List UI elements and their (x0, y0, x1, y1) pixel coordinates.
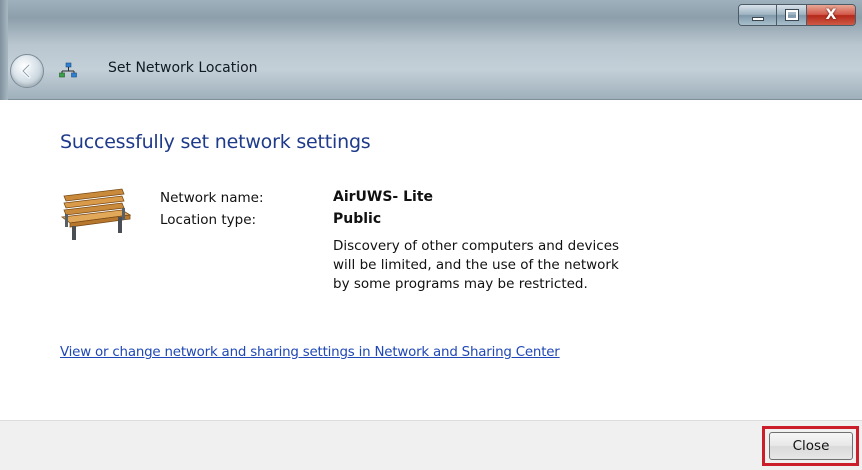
page-heading: Successfully set network settings (60, 131, 371, 153)
close-icon: X (825, 7, 837, 23)
back-arrow-icon (21, 63, 31, 79)
network-name-label: Network name: (160, 190, 264, 206)
title-bar: X Set Network Location (0, 0, 862, 100)
description-line: will be limited, and the use of the netw… (333, 257, 619, 273)
button-bar (0, 420, 862, 470)
window-controls: X (738, 4, 856, 26)
window-title: Set Network Location (108, 60, 258, 76)
window-close-button[interactable]: X (807, 5, 855, 25)
minimize-button[interactable] (739, 5, 777, 25)
location-type-label: Location type: (160, 212, 257, 228)
location-description: Discovery of other computers and devices… (333, 237, 673, 294)
network-icon (59, 62, 77, 78)
minimize-icon (751, 17, 764, 21)
maximize-button[interactable] (777, 5, 807, 25)
park-bench-icon (60, 188, 132, 240)
back-button[interactable] (10, 54, 44, 88)
window-frame-edge (0, 0, 8, 100)
network-sharing-center-link[interactable]: View or change network and sharing setti… (60, 345, 560, 360)
description-line: Discovery of other computers and devices (333, 238, 620, 254)
description-line: by some programs may be restricted. (333, 276, 588, 292)
maximize-icon (784, 9, 799, 21)
network-name-value: AirUWS- Lite (333, 189, 434, 205)
location-type-value: Public (333, 211, 382, 227)
close-button[interactable]: Close (769, 432, 853, 460)
